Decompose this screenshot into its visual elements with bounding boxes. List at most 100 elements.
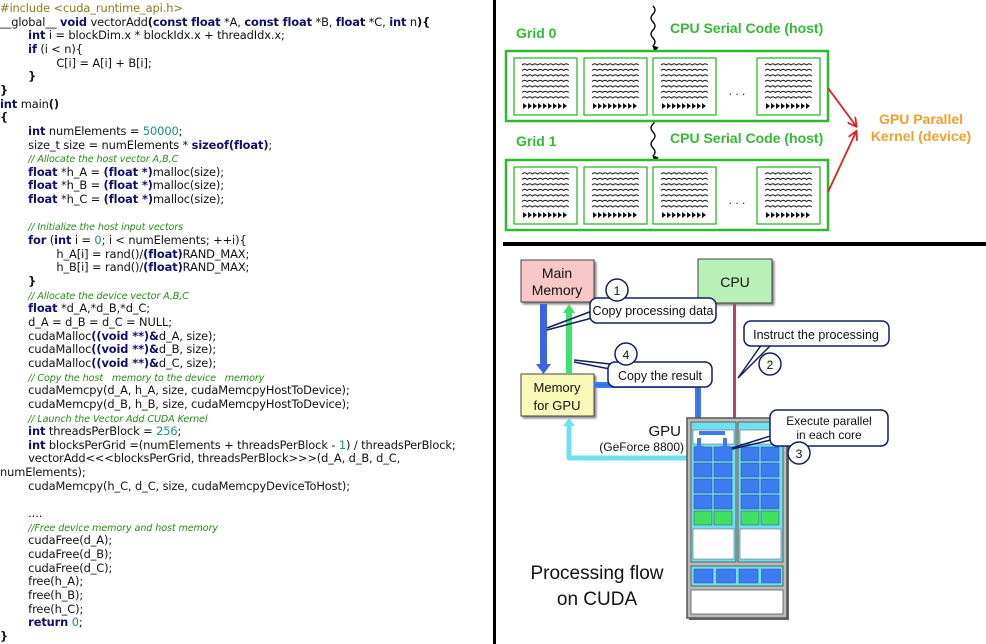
code-token: vectorAdd	[86, 14, 148, 29]
step-4-number: 4	[623, 348, 630, 362]
gpu-label: GPU	[648, 423, 681, 440]
code-token: *d_A,*d_B,*d_C;	[57, 301, 151, 316]
vertical-divider	[493, 0, 496, 644]
shared-memory	[692, 528, 735, 560]
gpu-core	[740, 478, 760, 494]
code-token: ;	[177, 424, 182, 439]
code-token: #include <cuda_runtime_api.h>	[0, 1, 183, 15]
code-token: free(h_A);	[0, 574, 84, 589]
thread-block	[652, 57, 717, 116]
gpu-model-label: (GeForce 8800)	[599, 440, 684, 454]
copy-data-arrow	[540, 304, 547, 366]
code-token: ()	[48, 96, 59, 111]
code-token: int	[54, 233, 72, 248]
code-token: cudaMemcpy(h_C, d_C, size, cudaMemcpyDev…	[0, 478, 350, 493]
main-memory-label-1: Main	[542, 265, 572, 281]
step-3-text-2: in each core	[796, 428, 862, 442]
cpu-label: CPU	[720, 274, 750, 290]
code-token: }	[28, 274, 37, 288]
code-line: return 0;	[0, 615, 83, 630]
code-token: __global__	[0, 14, 61, 29]
code-token: ){	[417, 14, 431, 29]
code-token: // Allocate the host vector A,B,C	[28, 154, 179, 166]
code-token: int	[28, 424, 46, 439]
code-token: sizeof(float)	[191, 137, 269, 152]
gpu-core	[760, 494, 780, 510]
code-token: 0	[71, 615, 79, 630]
code-token: float	[28, 192, 58, 207]
code-token: 0	[94, 233, 102, 248]
code-token: const float	[152, 14, 221, 29]
copy-result-arrow	[566, 312, 572, 374]
step-1-text: Copy processing data	[593, 304, 714, 318]
thread-block	[756, 166, 821, 225]
code-token: // Allocate the device vector A,B,C	[28, 290, 189, 302]
thread-block	[583, 57, 648, 116]
code-token: ;	[268, 137, 273, 152]
code-token: d_B, size);	[158, 342, 217, 357]
gpu-core	[693, 478, 713, 494]
code-token: float	[28, 301, 58, 316]
code-token: threadsPerBlock =	[45, 424, 157, 439]
step-4-text: Copy the result	[618, 369, 703, 383]
code-token: }	[0, 82, 9, 97]
code-line: }	[0, 629, 8, 644]
code-token: if	[28, 41, 37, 56]
code-token: (i < n){	[36, 41, 83, 56]
code-token: malloc(size);	[152, 164, 224, 179]
gpu-core	[760, 478, 780, 494]
code-token: // Launch the Vector Add CUDA Kernel	[28, 413, 208, 425]
grid-ellipsis: . . .	[729, 84, 746, 98]
horizontal-divider	[503, 242, 986, 246]
code-token: cudaMalloc	[0, 355, 92, 370]
code-token: cudaMalloc	[0, 328, 92, 343]
code-token: }	[0, 628, 9, 643]
callout-step-4: Copy the result 4	[573, 342, 713, 388]
code-token: *B,	[311, 14, 336, 29]
gpu-core	[740, 446, 760, 462]
code-token: float	[28, 178, 58, 193]
code-token: *h_C =	[57, 192, 104, 207]
code-token: RAND_MAX;	[182, 246, 250, 261]
code-token: float	[28, 164, 58, 179]
code-token: RAND_MAX;	[182, 260, 250, 275]
code-token: int	[28, 123, 46, 138]
thread-block	[756, 57, 821, 116]
gpu-core	[738, 568, 759, 584]
shared-memory	[739, 528, 782, 560]
code-token: d_A = d_B = d_C = NULL;	[0, 314, 172, 329]
code-token: free(h_C);	[0, 601, 84, 616]
main-memory-label-2: Memory	[532, 282, 583, 298]
code-token: (float)	[143, 246, 183, 261]
code-token: i = blockDim.x * blockIdx.x + threadIdx.…	[45, 28, 285, 43]
code-token: ;	[178, 123, 183, 138]
caption-line-2: on CUDA	[557, 589, 638, 610]
gpu-core	[760, 462, 780, 478]
code-token: cudaMemcpy(d_A, h_A, size, cudaMemcpyHos…	[0, 383, 350, 398]
code-token: 50000	[142, 123, 179, 138]
code-token: float	[335, 14, 366, 29]
code-token: *A,	[220, 14, 245, 29]
host-wavy-arrow-0	[650, 5, 659, 52]
thread-block	[652, 166, 717, 225]
caption-line-1: Processing flow	[530, 563, 663, 584]
gpu-core	[693, 510, 713, 526]
code-token: numElements =	[45, 123, 143, 138]
code-token: int	[28, 437, 46, 452]
code-token: malloc(size);	[152, 178, 224, 193]
code-token: d_C, size);	[158, 355, 217, 370]
code-token: n	[406, 14, 417, 29]
code-token: cudaFree(d_C);	[0, 560, 113, 575]
